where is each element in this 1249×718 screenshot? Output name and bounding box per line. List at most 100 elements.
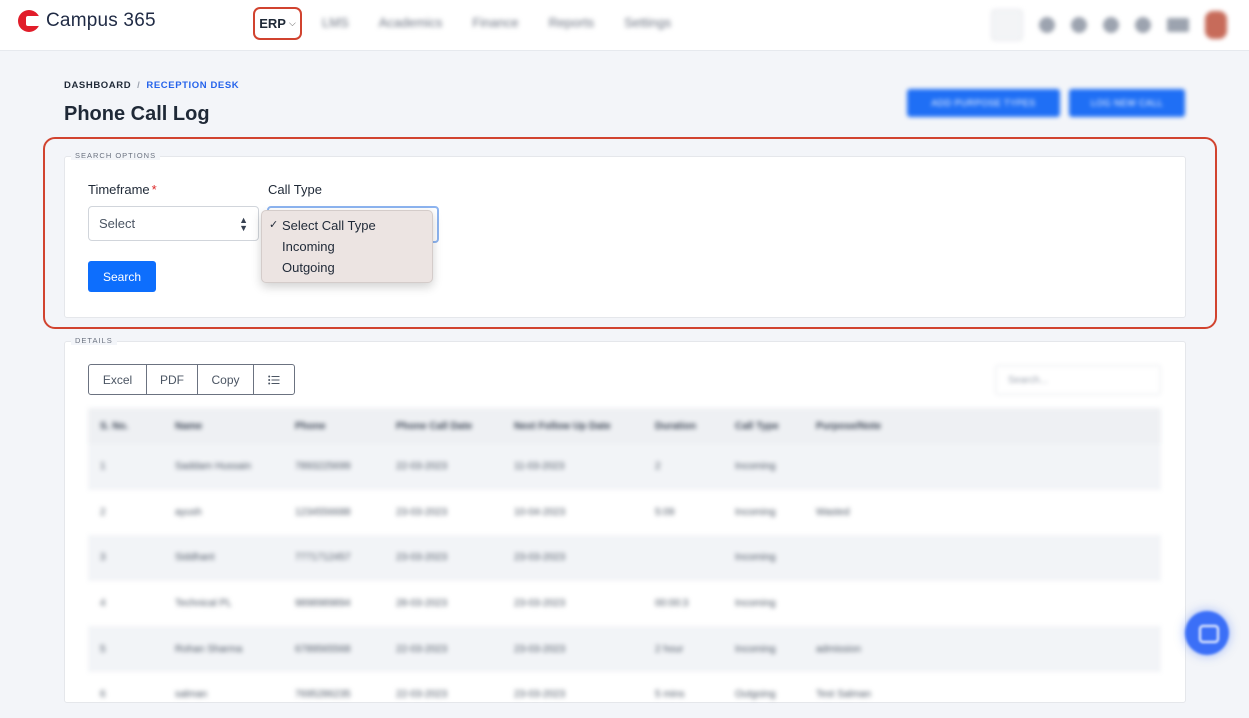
cell: Test Salman xyxy=(816,689,872,701)
timeframe-label-text: Timeframe xyxy=(88,182,150,197)
search-options-legend: SEARCH OPTIONS xyxy=(71,151,161,160)
nav-item-settings[interactable]: Settings xyxy=(624,15,671,30)
cell: 1234556688 xyxy=(295,506,351,518)
nav-erp-menu[interactable]: ERP ⌵ xyxy=(253,7,302,40)
globe-icon[interactable] xyxy=(1039,17,1055,33)
nav-item-lms[interactable]: LMS xyxy=(322,15,349,30)
cell: 2 xyxy=(643,444,723,490)
cell: Technical PL xyxy=(175,598,232,610)
timeframe-label: Timeframe * xyxy=(88,182,157,197)
col-sno[interactable]: S. No. xyxy=(88,408,163,444)
col-call-type[interactable]: Call Type xyxy=(723,408,804,444)
col-name[interactable]: Name xyxy=(163,408,283,444)
calltype-option-default[interactable]: ✓ Select Call Type xyxy=(262,215,432,236)
log-new-call-button[interactable]: LOG NEW CALL xyxy=(1069,89,1185,117)
cell: 3 xyxy=(88,535,163,581)
cell: Incoming xyxy=(735,506,776,518)
breadcrumb: DASHBOARD / RECEPTION DESK xyxy=(64,80,239,91)
cell: 23-03-2023 xyxy=(502,626,643,672)
notification-icon[interactable] xyxy=(1103,17,1119,33)
cell: 5:09 xyxy=(655,506,675,518)
cell: 11-03-2023 xyxy=(502,444,643,490)
cell: 6 xyxy=(100,689,106,701)
copy-button[interactable]: Copy xyxy=(197,364,254,395)
cell: salman xyxy=(175,689,208,701)
pdf-button[interactable]: PDF xyxy=(146,364,198,395)
app-name: Campus 365 xyxy=(46,10,156,31)
table-row: 4 Technical PL 9898989894 28-03-2023 23-03-2… xyxy=(88,581,1161,627)
table-row: 5 Rohan Sharma 6789565568 22-03-2023 23-03-2… xyxy=(88,626,1161,672)
cell: 2 xyxy=(100,506,106,518)
cell xyxy=(643,535,723,581)
details-legend: DETAILS xyxy=(71,336,117,345)
cell: 00:00:3 xyxy=(655,598,689,610)
cell: Saddam Hussain xyxy=(163,444,283,490)
cell: ayush xyxy=(175,506,202,518)
breadcrumb-reception-desk[interactable]: RECEPTION DESK xyxy=(146,80,239,91)
add-purpose-types-button[interactable]: ADD PURPOSE TYPES xyxy=(907,89,1060,117)
breadcrumb-separator: / xyxy=(137,80,141,91)
help-icon[interactable] xyxy=(1135,17,1151,33)
timeframe-select[interactable]: Select ▲ ▼ xyxy=(88,206,259,241)
cell: 2 hour xyxy=(643,626,723,672)
cell: 7893225699 xyxy=(283,444,384,490)
cell: Rohan Sharma xyxy=(163,626,283,672)
table-row: 2 ayush 1234556688 23-03-2023 10-04-2023 5:09… xyxy=(88,490,1161,536)
app-logo[interactable]: Campus 365 xyxy=(18,10,156,32)
cell: 22-03-2023 xyxy=(384,444,502,490)
top-navbar: Campus 365 ERP ⌵ LMS Academics Finance R… xyxy=(0,0,1249,51)
col-call-date[interactable]: Phone Call Date xyxy=(384,408,502,444)
table-search-input[interactable]: Search... xyxy=(995,365,1161,395)
list-icon xyxy=(268,375,280,384)
breadcrumb-dashboard[interactable]: DASHBOARD xyxy=(64,80,131,91)
top-icons xyxy=(991,9,1227,41)
cell: 4 xyxy=(100,598,106,610)
table-row: 3 Siddhant 7771712457 23-03-2023 23-03-2023 I… xyxy=(88,535,1161,581)
calltype-dropdown: ✓ Select Call Type Incoming Outgoing xyxy=(261,210,433,283)
col-purpose[interactable]: Purpose/Note xyxy=(804,408,1161,444)
nav-item-reports[interactable]: Reports xyxy=(549,15,595,30)
nav-item-academics[interactable]: Academics xyxy=(379,15,443,30)
cell: 23-03-2023 xyxy=(384,535,502,581)
required-mark: * xyxy=(151,182,157,197)
cell: 9898989894 xyxy=(295,598,351,610)
cell: Outgoing xyxy=(735,689,776,701)
table-header-row: S. No. Name Phone Phone Call Date Next F… xyxy=(88,408,1161,444)
cell xyxy=(804,581,1161,627)
cell: 6789565568 xyxy=(283,626,384,672)
cell: Incoming xyxy=(723,626,804,672)
search-icon[interactable] xyxy=(991,9,1023,41)
avatar[interactable] xyxy=(1205,11,1227,39)
select-arrows-icon: ▲ ▼ xyxy=(239,215,248,233)
column-visibility-button[interactable] xyxy=(253,364,295,395)
call-log-table: S. No. Name Phone Phone Call Date Next F… xyxy=(88,408,1161,718)
col-duration[interactable]: Duration xyxy=(643,408,723,444)
calltype-option-outgoing[interactable]: Outgoing xyxy=(262,257,432,278)
nav-item-finance[interactable]: Finance xyxy=(472,15,518,30)
nav-erp-label: ERP xyxy=(259,16,286,31)
nav-menu: LMS Academics Finance Reports Settings xyxy=(322,15,671,30)
cell: 5 mins xyxy=(655,689,685,701)
table-row: 1 Saddam Hussain 7893225699 22-03-2023 11-03… xyxy=(88,444,1161,490)
cell: 23-03-2023 xyxy=(514,689,566,701)
user-status-icon[interactable] xyxy=(1071,17,1087,33)
page-title: Phone Call Log xyxy=(64,103,210,125)
cell: Siddhant xyxy=(163,535,283,581)
logo-icon xyxy=(18,10,40,32)
cell xyxy=(804,444,1161,490)
cell: 23-03-2023 xyxy=(396,506,448,518)
cell: Incoming xyxy=(735,598,776,610)
excel-button[interactable]: Excel xyxy=(88,364,147,395)
calltype-label: Call Type xyxy=(268,182,322,197)
col-follow-up-date[interactable]: Next Follow Up Date xyxy=(502,408,643,444)
col-phone[interactable]: Phone xyxy=(283,408,384,444)
search-button[interactable]: Search xyxy=(88,261,156,292)
cell: Incoming xyxy=(723,444,804,490)
cell: Wasted xyxy=(816,506,850,518)
cell: 7771712457 xyxy=(283,535,384,581)
calltype-option-incoming[interactable]: Incoming xyxy=(262,236,432,257)
cell: 23-03-2023 xyxy=(514,598,566,610)
chat-widget-button[interactable] xyxy=(1185,611,1229,655)
cell: 1 xyxy=(88,444,163,490)
language-icon[interactable] xyxy=(1167,18,1189,32)
